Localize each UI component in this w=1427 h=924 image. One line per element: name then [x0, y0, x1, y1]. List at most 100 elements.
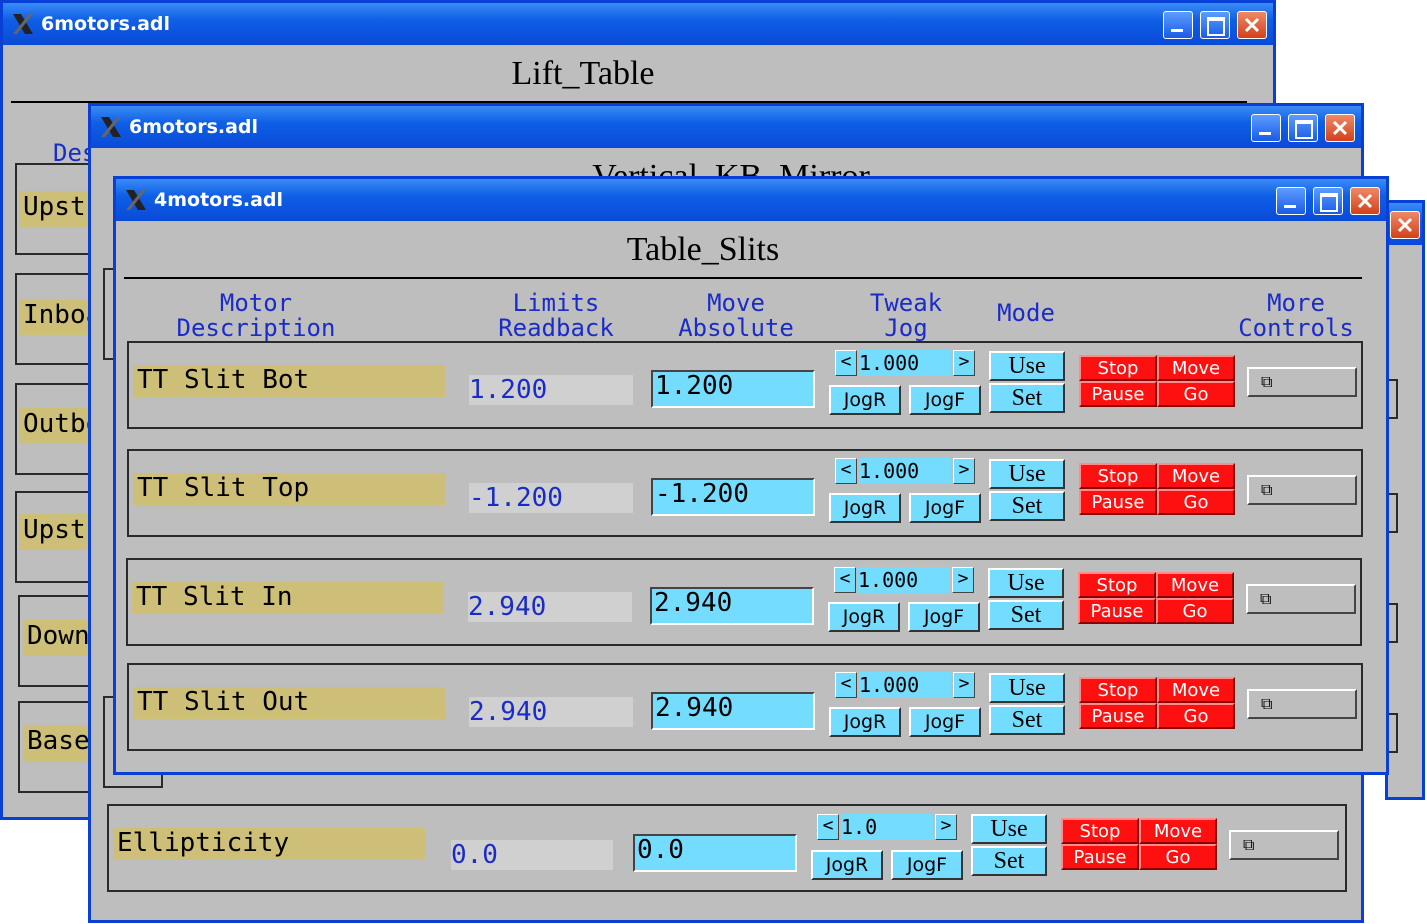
- readback-value: 2.940: [468, 592, 632, 622]
- close-button[interactable]: [1325, 114, 1355, 142]
- header-more: More: [1267, 289, 1325, 317]
- tweak-left-button[interactable]: <: [835, 350, 857, 376]
- more-controls-button[interactable]: ⧉: [1247, 475, 1357, 505]
- mode-use-button[interactable]: Use: [989, 673, 1065, 703]
- window-fourth-partial: [1385, 200, 1425, 800]
- tweak-right-button[interactable]: >: [935, 814, 957, 840]
- motor-row: TT Slit Out 2.940 2.940 < 1.000 > JogR J…: [127, 663, 1363, 751]
- tweak-left-button[interactable]: <: [835, 672, 857, 698]
- titlebar[interactable]: 6motors.adl: [3, 3, 1273, 45]
- tweak-right-button[interactable]: >: [953, 458, 975, 484]
- jog-forward-button[interactable]: JogF: [909, 493, 981, 523]
- tweak-left-button[interactable]: <: [817, 814, 839, 840]
- mode-use-button[interactable]: Use: [989, 459, 1065, 489]
- more-controls-button[interactable]: ⧉: [1246, 584, 1356, 614]
- minimize-button[interactable]: [1251, 114, 1281, 142]
- go-button[interactable]: Go: [1157, 381, 1235, 407]
- motor-description: TT Slit Bot: [133, 365, 445, 397]
- jog-forward-button[interactable]: JogF: [908, 602, 980, 632]
- go-button[interactable]: Go: [1139, 844, 1217, 870]
- jog-forward-button[interactable]: JogF: [909, 385, 981, 415]
- move-button[interactable]: Move: [1157, 677, 1235, 703]
- pause-button[interactable]: Pause: [1061, 844, 1139, 870]
- mode-set-button[interactable]: Set: [988, 600, 1064, 630]
- close-icon: [1397, 217, 1413, 233]
- stop-button[interactable]: Stop: [1078, 572, 1156, 598]
- tweak-value-input[interactable]: 1.0: [841, 814, 933, 840]
- mode-use-button[interactable]: Use: [988, 568, 1064, 598]
- jog-forward-button[interactable]: JogF: [891, 850, 963, 880]
- close-button[interactable]: [1390, 211, 1420, 239]
- absolute-position-input[interactable]: 2.940: [650, 587, 814, 625]
- minimize-button[interactable]: [1163, 11, 1193, 39]
- tweak-value-input[interactable]: 1.000: [859, 458, 951, 484]
- window-table-slits: 4motors.adl Table_Slits Motor Descriptio…: [113, 176, 1389, 775]
- pause-button[interactable]: Pause: [1079, 703, 1157, 729]
- stop-button[interactable]: Stop: [1061, 818, 1139, 844]
- readback-value: 0.0: [451, 840, 613, 870]
- maximize-button[interactable]: [1288, 114, 1318, 142]
- titlebar[interactable]: 6motors.adl: [91, 106, 1361, 148]
- header-mode: Mode: [997, 299, 1055, 327]
- go-button[interactable]: Go: [1156, 598, 1234, 624]
- more-controls-button[interactable]: ⧉: [1229, 830, 1339, 860]
- header-limits: Limits: [512, 289, 600, 317]
- tweak-right-button[interactable]: >: [952, 567, 974, 593]
- mode-set-button[interactable]: Set: [989, 705, 1065, 735]
- mode-use-button[interactable]: Use: [989, 351, 1065, 381]
- tweak-value-input[interactable]: 1.000: [858, 567, 950, 593]
- jog-forward-button[interactable]: JogF: [909, 707, 981, 737]
- maximize-button[interactable]: [1200, 11, 1230, 39]
- go-button[interactable]: Go: [1157, 489, 1235, 515]
- more-controls-button[interactable]: ⧉: [1247, 367, 1357, 397]
- window-title: 6motors.adl: [41, 13, 171, 35]
- minimize-button[interactable]: [1276, 187, 1306, 215]
- close-button[interactable]: [1237, 11, 1267, 39]
- motor-row: TT Slit In 2.940 2.940 < 1.000 > JogR Jo…: [126, 558, 1362, 646]
- move-button[interactable]: Move: [1139, 818, 1217, 844]
- pause-button[interactable]: Pause: [1079, 489, 1157, 515]
- titlebar[interactable]: [1388, 203, 1422, 245]
- jog-reverse-button[interactable]: JogR: [811, 850, 883, 880]
- tweak-right-button[interactable]: >: [953, 672, 975, 698]
- panel-heading: Table_Slits: [626, 231, 780, 268]
- window-title: 4motors.adl: [154, 189, 284, 211]
- pause-button[interactable]: Pause: [1079, 381, 1157, 407]
- move-button[interactable]: Move: [1157, 355, 1235, 381]
- x11-icon: [101, 117, 121, 137]
- mode-set-button[interactable]: Set: [989, 383, 1065, 413]
- more-controls-button[interactable]: ⧉: [1247, 689, 1357, 719]
- titlebar[interactable]: 4motors.adl: [116, 179, 1386, 221]
- tweak-value-input[interactable]: 1.000: [859, 350, 951, 376]
- panel-heading: Lift_Table: [511, 55, 655, 92]
- absolute-position-input[interactable]: -1.200: [651, 478, 815, 516]
- stop-button[interactable]: Stop: [1079, 463, 1157, 489]
- absolute-position-input[interactable]: 2.940: [651, 692, 815, 730]
- go-button[interactable]: Go: [1157, 703, 1235, 729]
- move-button[interactable]: Move: [1156, 572, 1234, 598]
- jog-reverse-button[interactable]: JogR: [828, 602, 900, 632]
- stop-button[interactable]: Stop: [1079, 355, 1157, 381]
- header-tweak: Tweak: [869, 289, 943, 317]
- absolute-position-input[interactable]: 0.0: [633, 834, 797, 872]
- tweak-left-button[interactable]: <: [835, 458, 857, 484]
- jog-reverse-button[interactable]: JogR: [829, 493, 901, 523]
- header-readback: Readback: [498, 314, 614, 342]
- close-button[interactable]: [1350, 187, 1380, 215]
- header-motor: Motor: [219, 289, 293, 317]
- move-button[interactable]: Move: [1157, 463, 1235, 489]
- jog-reverse-button[interactable]: JogR: [829, 707, 901, 737]
- mode-set-button[interactable]: Set: [989, 491, 1065, 521]
- maximize-button[interactable]: [1313, 187, 1343, 215]
- tweak-right-button[interactable]: >: [953, 350, 975, 376]
- mode-use-button[interactable]: Use: [971, 814, 1047, 844]
- motor-description: TT Slit Top: [133, 473, 445, 505]
- jog-reverse-button[interactable]: JogR: [829, 385, 901, 415]
- stop-button[interactable]: Stop: [1079, 677, 1157, 703]
- mode-set-button[interactable]: Set: [971, 846, 1047, 876]
- tweak-left-button[interactable]: <: [834, 567, 856, 593]
- pause-button[interactable]: Pause: [1078, 598, 1156, 624]
- header-description: Description: [176, 314, 336, 342]
- tweak-value-input[interactable]: 1.000: [859, 672, 951, 698]
- absolute-position-input[interactable]: 1.200: [651, 370, 815, 408]
